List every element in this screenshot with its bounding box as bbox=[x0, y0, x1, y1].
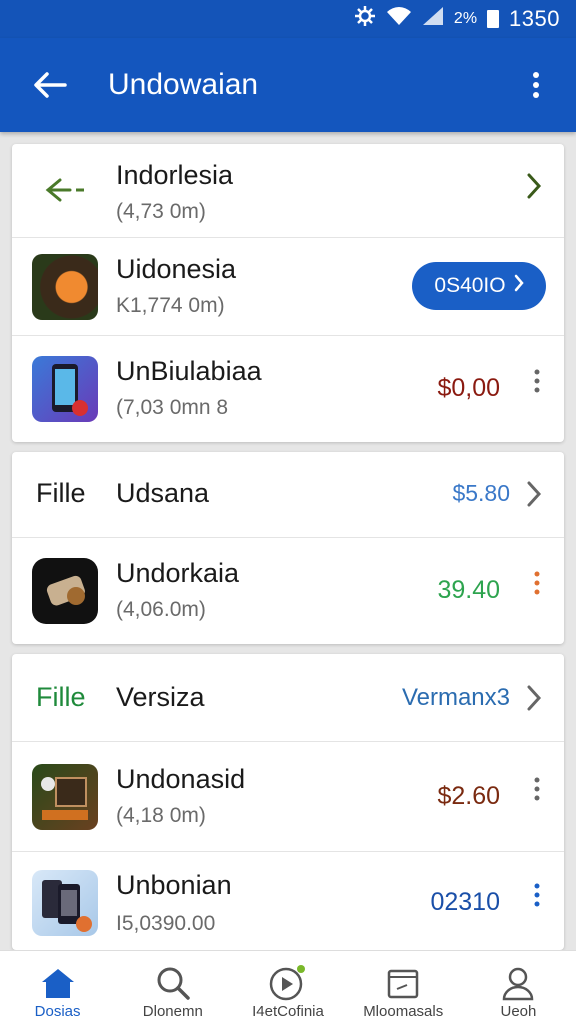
nav-documents[interactable]: Mloomasals bbox=[346, 951, 461, 1024]
item-title: Uidonesia bbox=[116, 254, 237, 284]
nav-search[interactable]: Dlonemn bbox=[115, 951, 230, 1024]
camera-app-icon bbox=[32, 558, 98, 624]
item-price: 39.40 bbox=[437, 576, 500, 604]
app-thumbnail-icon bbox=[32, 254, 98, 320]
section-card-2: Fille Udsana $5.80 Undorkaia (4,06.0m) 3… bbox=[12, 452, 564, 644]
item-subtitle: (7,03 0mn 8 bbox=[116, 396, 229, 419]
chevron-right-icon[interactable] bbox=[526, 172, 542, 207]
document-icon bbox=[385, 963, 421, 1003]
item-title: Undonasid bbox=[116, 764, 246, 794]
nav-play[interactable]: I4etCofinia bbox=[230, 951, 345, 1024]
item-title: Undorkaia bbox=[116, 558, 240, 588]
nav-profile[interactable]: Ueoh bbox=[461, 951, 576, 1024]
more-vert-icon[interactable] bbox=[534, 776, 540, 809]
item-subtitle: (4,18 0m) bbox=[116, 804, 206, 827]
page-title: Undowaian bbox=[108, 68, 259, 101]
status-time: 1350 bbox=[509, 6, 560, 31]
back-leaf-icon bbox=[42, 174, 98, 211]
profile-icon bbox=[500, 963, 536, 1003]
item-title: Versiza bbox=[116, 682, 205, 712]
item-title: UnBiulabiaa bbox=[116, 356, 262, 386]
section-card-1: Indorlesia (4,73 0m) Uidonesia K1,774 0m… bbox=[12, 144, 564, 442]
list-item[interactable]: Unbonian Ι5,0390.00 02310 bbox=[12, 852, 564, 950]
nav-label: Dosias bbox=[34, 1003, 81, 1020]
back-arrow-icon[interactable] bbox=[0, 38, 100, 132]
section-card-3: Fille Versiza Vermanx3 Undonasid (4,18 0… bbox=[12, 654, 564, 950]
phones-app-icon bbox=[32, 870, 98, 936]
more-vert-icon[interactable] bbox=[534, 368, 540, 401]
item-price: Vermanx3 bbox=[401, 684, 510, 711]
item-title: Unbonian bbox=[116, 870, 232, 900]
wifi-icon bbox=[386, 6, 412, 32]
nav-label: I4etCofinia bbox=[252, 1003, 324, 1020]
list-item[interactable]: Fille Udsana $5.80 bbox=[12, 452, 564, 538]
pill-label: 0S40ΙΟ bbox=[434, 274, 506, 297]
list-item[interactable]: UnBiulabiaa (7,03 0mn 8 $0,00 bbox=[12, 336, 564, 442]
item-price: 02310 bbox=[430, 888, 500, 916]
play-icon bbox=[268, 963, 308, 1003]
item-subtitle: (4,73 0m) bbox=[116, 200, 206, 223]
chevron-right-icon[interactable] bbox=[526, 684, 542, 719]
battery-percent: 2% bbox=[453, 10, 478, 27]
list-item[interactable]: Undonasid (4,18 0m) $2.60 bbox=[12, 742, 564, 852]
phone-app-icon bbox=[32, 356, 98, 422]
chevron-right-icon bbox=[514, 274, 524, 298]
search-icon bbox=[155, 963, 191, 1003]
home-icon bbox=[39, 963, 77, 1003]
item-subtitle: Ι5,0390.00 bbox=[116, 912, 216, 935]
nav-label: Ueoh bbox=[500, 1003, 537, 1020]
more-vert-icon[interactable] bbox=[534, 570, 540, 603]
list-item[interactable]: Fille Versiza Vermanx3 bbox=[12, 654, 564, 742]
item-price: $5.80 bbox=[452, 480, 510, 506]
section-label: Fille bbox=[36, 682, 86, 712]
list-item[interactable]: Indorlesia (4,73 0m) bbox=[12, 144, 564, 238]
item-price: $0,00 bbox=[437, 374, 500, 402]
battery-icon bbox=[487, 10, 500, 28]
game-app-icon bbox=[32, 764, 98, 830]
more-vert-icon[interactable] bbox=[496, 71, 576, 99]
nav-label: Dlonemn bbox=[142, 1003, 203, 1020]
item-price: $2.60 bbox=[437, 782, 500, 810]
item-title: Udsana bbox=[116, 478, 210, 508]
app-bar: Undowaian bbox=[0, 38, 576, 132]
item-subtitle: K1,774 0m) bbox=[116, 294, 225, 317]
gear-icon bbox=[354, 5, 376, 33]
nav-home[interactable]: Dosias bbox=[0, 951, 115, 1024]
chevron-right-icon[interactable] bbox=[526, 480, 542, 515]
list-item[interactable]: Uidonesia K1,774 0m) 0S40ΙΟ bbox=[12, 238, 564, 336]
price-pill-button[interactable]: 0S40ΙΟ bbox=[412, 262, 546, 310]
signal-icon bbox=[422, 6, 444, 32]
section-label: Fille bbox=[36, 478, 86, 508]
nav-label: Mloomasals bbox=[363, 1003, 444, 1020]
status-bar: 2% 1350 bbox=[0, 0, 576, 38]
list-item[interactable]: Undorkaia (4,06.0m) 39.40 bbox=[12, 538, 564, 644]
item-title: Indorlesia bbox=[116, 160, 234, 190]
more-vert-icon[interactable] bbox=[534, 882, 540, 915]
item-subtitle: (4,06.0m) bbox=[116, 598, 206, 621]
bottom-navigation: Dosias Dlonemn I4etCofinia Mloomasals Ue… bbox=[0, 950, 576, 1024]
